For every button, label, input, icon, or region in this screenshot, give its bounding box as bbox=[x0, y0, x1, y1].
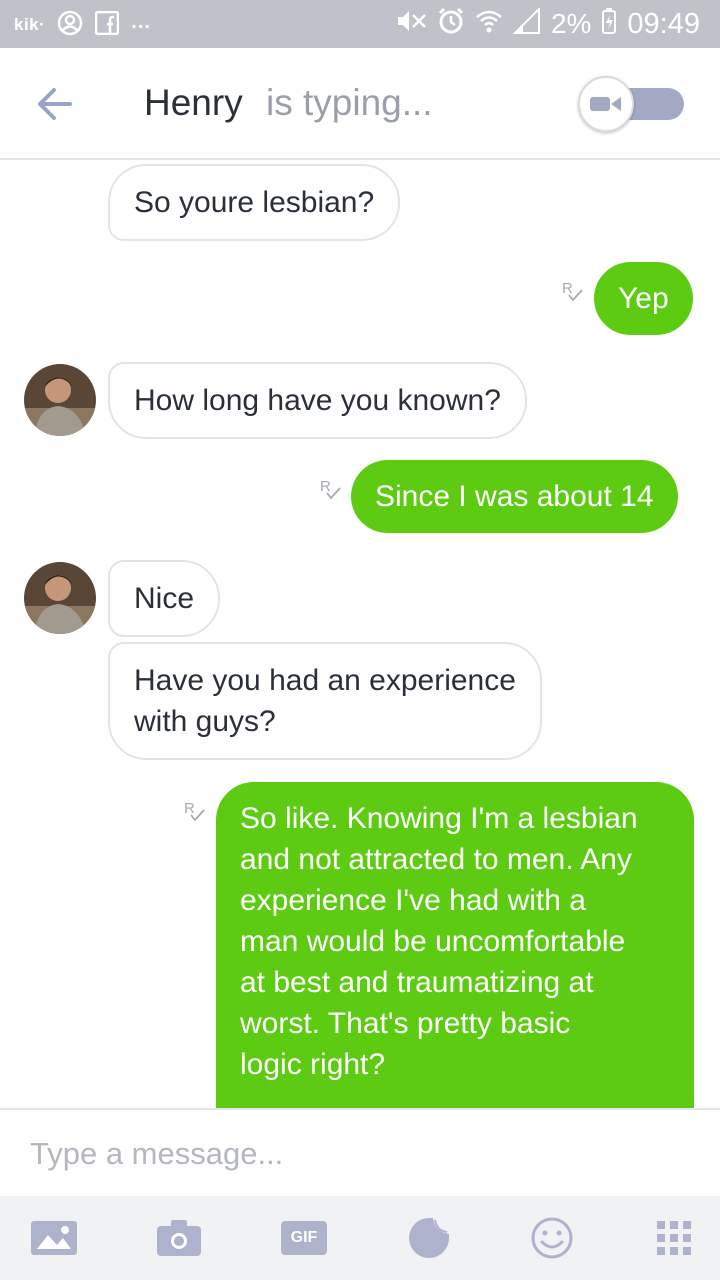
gif-button[interactable]: GIF bbox=[280, 1214, 328, 1262]
chat-header: Henry is typing... bbox=[0, 48, 720, 160]
typing-status: is typing... bbox=[266, 82, 433, 123]
account-icon bbox=[57, 10, 83, 41]
avatar[interactable] bbox=[24, 364, 96, 436]
smiley-icon[interactable] bbox=[528, 1214, 576, 1262]
battery-percent: 2% bbox=[550, 8, 592, 39]
image-icon[interactable] bbox=[30, 1214, 78, 1262]
gif-label: GIF bbox=[281, 1221, 327, 1255]
message-composer bbox=[0, 1108, 720, 1196]
message-list[interactable]: So youre lesbian? R Yep How long have yo… bbox=[0, 160, 720, 1108]
svg-text:R: R bbox=[320, 478, 331, 495]
clock: 09:49 bbox=[627, 7, 700, 40]
wifi-icon bbox=[475, 8, 503, 41]
battery-charging-icon bbox=[601, 7, 617, 42]
read-receipt-icon: R bbox=[182, 798, 208, 829]
sticker-icon[interactable] bbox=[405, 1214, 453, 1262]
avatar[interactable] bbox=[24, 562, 96, 634]
attachment-toolbar: GIF bbox=[0, 1196, 720, 1280]
video-camera-icon bbox=[578, 76, 634, 132]
read-receipt-icon: R bbox=[318, 476, 344, 507]
incoming-message: Nice bbox=[108, 560, 221, 637]
facebook-icon bbox=[95, 10, 120, 40]
status-bar: kik· ... 2% 09:49 bbox=[0, 0, 720, 48]
outgoing-message: So like. Knowing I'm a lesbian and not a… bbox=[216, 782, 694, 1108]
contact-name[interactable]: Henry bbox=[144, 82, 243, 124]
svg-text:R: R bbox=[184, 800, 195, 817]
incoming-message: How long have you known? bbox=[108, 362, 527, 439]
outgoing-message: Yep bbox=[594, 262, 693, 335]
mute-icon bbox=[395, 7, 427, 42]
signal-icon bbox=[512, 6, 541, 41]
read-receipt-icon: R bbox=[560, 278, 586, 309]
svg-text:R: R bbox=[562, 280, 573, 297]
camera-icon[interactable] bbox=[155, 1214, 203, 1262]
arrow-left-icon[interactable] bbox=[34, 84, 78, 124]
message-input[interactable] bbox=[30, 1130, 690, 1178]
incoming-message: Have you had an experience with guys? bbox=[108, 642, 542, 760]
incoming-message: So youre lesbian? bbox=[108, 164, 401, 241]
kik-status-icon: kik· bbox=[14, 15, 46, 34]
alarm-icon bbox=[437, 7, 465, 42]
more-notifications-icon: ... bbox=[131, 10, 151, 33]
video-chat-toggle[interactable] bbox=[578, 76, 684, 132]
outgoing-message: Since I was about 14 bbox=[351, 460, 678, 533]
grid-icon[interactable] bbox=[650, 1214, 698, 1262]
